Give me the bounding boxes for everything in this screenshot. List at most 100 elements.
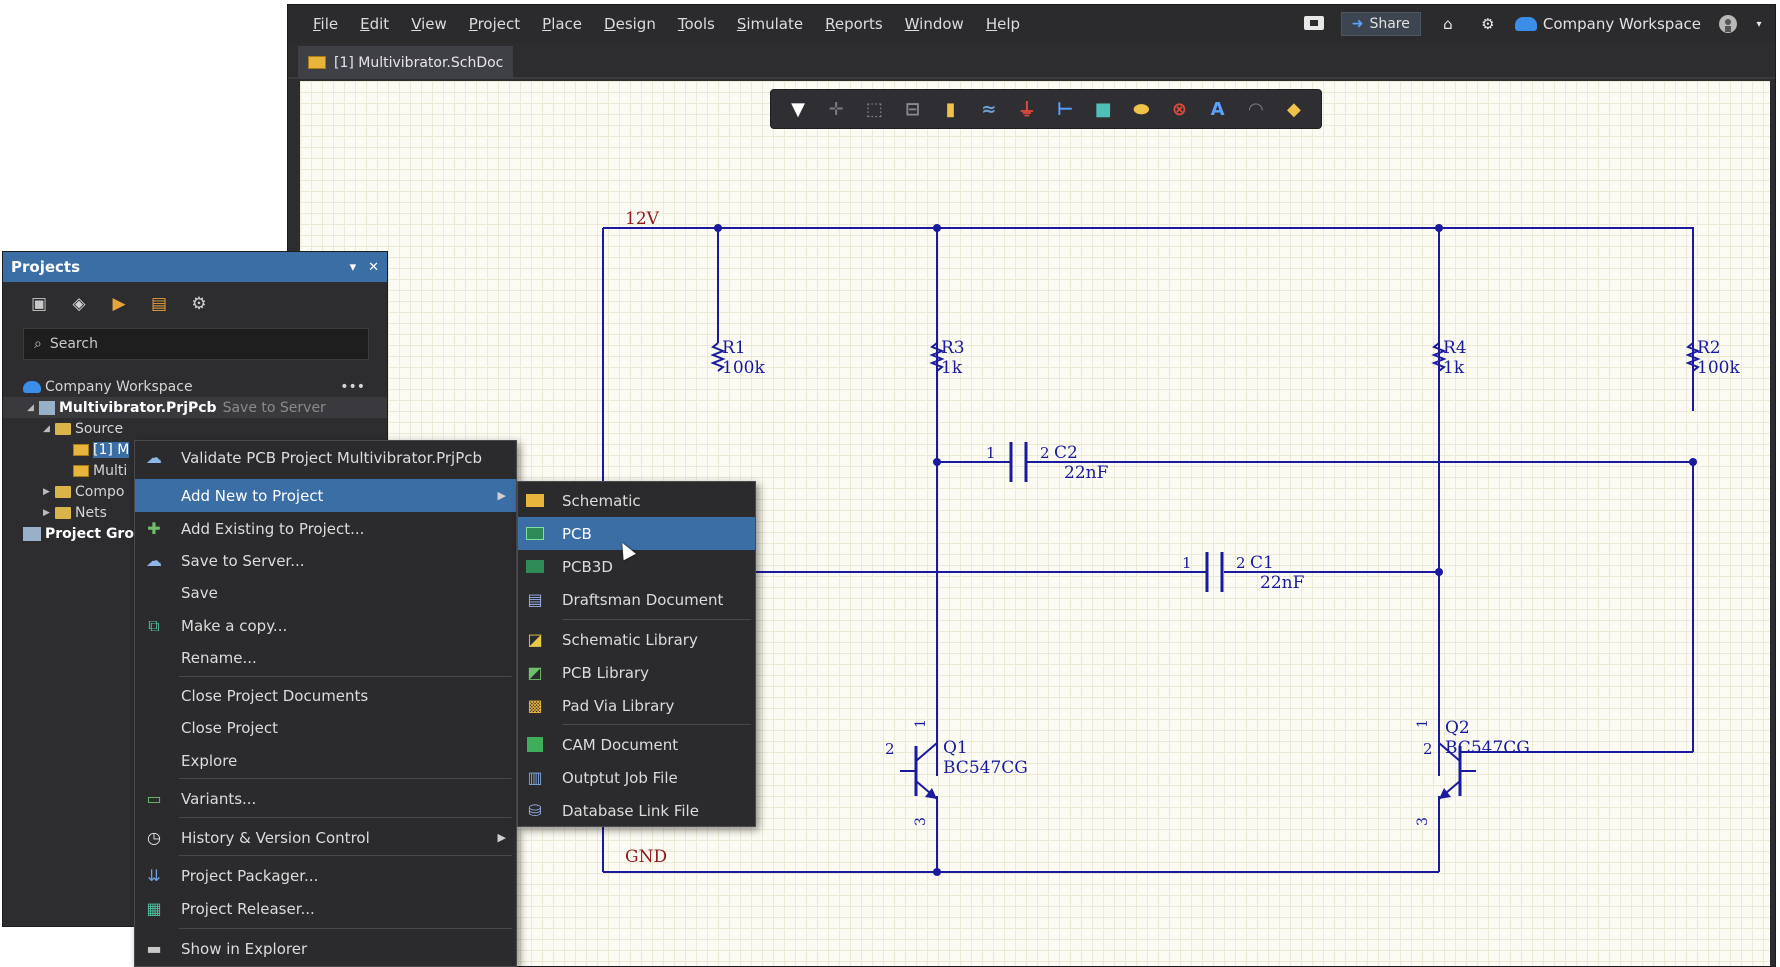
feedback-icon[interactable] <box>1301 13 1327 35</box>
menu-make-a-copy[interactable]: ⧉ Make a copy... <box>135 609 516 642</box>
menu-help[interactable]: Help <box>975 5 1031 43</box>
port-icon[interactable]: ⬬ <box>1127 96 1155 122</box>
menu-separator <box>179 676 512 677</box>
c1-pin2: 2 <box>1236 554 1246 572</box>
arc-icon[interactable]: ◠ <box>1242 96 1270 122</box>
harness-icon[interactable]: ■ <box>1089 96 1117 122</box>
menu-show-in-explorer[interactable]: ▬ Show in Explorer <box>135 932 516 965</box>
feedback-icon-graphic <box>1303 16 1324 30</box>
menu-label: PCB Library <box>562 663 650 682</box>
more-options-icon[interactable]: ••• <box>340 379 365 395</box>
expand-triangle-icon: ▶ <box>43 486 50 497</box>
document-tab[interactable]: [1] Multivibrator.SchDoc <box>298 46 514 79</box>
history-clock-icon: ◷ <box>147 828 161 847</box>
bus-icon[interactable]: ⊢ <box>1051 96 1079 122</box>
menu-explore[interactable]: Explore <box>135 744 516 777</box>
tree-item-project[interactable]: ◢ Multivibrator.PrjPcb Save to Server <box>3 397 387 418</box>
projects-panel-title: Projects <box>11 258 81 276</box>
menu-label: Make a copy... <box>181 616 288 635</box>
open-project-icon[interactable]: ▶ <box>109 294 129 314</box>
submenu-pcb3d[interactable]: PCB3D <box>518 550 755 583</box>
menu-close-project[interactable]: Close Project <box>135 711 516 744</box>
panel-menu-chevron-icon[interactable]: ▾ <box>350 260 357 275</box>
tree-item-source[interactable]: ◢ Source <box>3 418 387 439</box>
home-icon[interactable]: ⌂ <box>1435 13 1461 35</box>
submenu-output-job-file[interactable]: ▥ Outptut Job File <box>518 761 755 794</box>
resistors <box>710 342 1701 372</box>
menu-label: Close Project <box>181 718 278 737</box>
user-avatar-icon[interactable] <box>1715 13 1741 35</box>
align-icon[interactable]: ⊟ <box>898 96 926 122</box>
q1-collector <box>915 742 938 762</box>
gear-icon[interactable]: ⚙ <box>1475 13 1501 35</box>
submenu-database-link-file[interactable]: ⛁ Database Link File <box>518 794 755 827</box>
power-port-icon[interactable]: ⏚ <box>1013 96 1041 122</box>
menu-save[interactable]: Save <box>135 576 516 609</box>
menu-file[interactable]: File <box>302 5 349 43</box>
menu-place[interactable]: Place <box>531 5 593 43</box>
menu-label: CAM Document <box>562 735 679 754</box>
c1-designator: C1 <box>1250 553 1274 573</box>
junction-c2-right <box>1689 458 1697 466</box>
submenu-draftsman-document[interactable]: ▤ Draftsman Document <box>518 583 755 616</box>
copy-icon: ⧉ <box>148 615 160 635</box>
q2-designator: Q2 <box>1445 718 1470 738</box>
menu-separator <box>179 778 512 779</box>
directive-icon[interactable]: ⊗ <box>1165 96 1193 122</box>
share-button[interactable]: ➜ Share <box>1340 12 1421 36</box>
menu-label: Schematic <box>562 491 641 510</box>
menu-tools[interactable]: Tools <box>667 5 726 43</box>
wire-icon[interactable]: ≈ <box>975 96 1003 122</box>
menu-project-packager[interactable]: ⇊ Project Packager... <box>135 859 516 892</box>
menu-variants[interactable]: ▭ Variants... <box>135 782 516 815</box>
c1-value: 22nF <box>1260 573 1305 593</box>
main-menu: File Edit View Project Place Design Tool… <box>302 5 1031 43</box>
text-icon[interactable]: A <box>1204 96 1232 122</box>
submenu-schematic-library[interactable]: ◪ Schematic Library <box>518 623 755 656</box>
menu-edit[interactable]: Edit <box>349 5 400 43</box>
menu-project-releaser[interactable]: ▦ Project Releaser... <box>135 892 516 925</box>
menu-save-to-server[interactable]: ☁ Save to Server... <box>135 544 516 577</box>
workspace-button[interactable]: Company Workspace <box>1514 15 1701 33</box>
menu-add-existing[interactable]: ✚ Add Existing to Project... <box>135 512 516 545</box>
menu-bar-right: ➜ Share ⌂ ⚙ Company Workspace ▾ <box>1301 5 1763 43</box>
menu-history-version-control[interactable]: ◷ History & Version Control ▶ <box>135 821 516 854</box>
user-menu-chevron-icon[interactable]: ▾ <box>1755 13 1763 35</box>
r2-designator: R2 <box>1697 338 1721 358</box>
menu-close-project-documents[interactable]: Close Project Documents <box>135 679 516 712</box>
menu-rename[interactable]: Rename... <box>135 641 516 674</box>
collapse-triangle-icon: ◢ <box>43 423 50 434</box>
document-tab-strip: [1] Multivibrator.SchDoc <box>288 43 1775 79</box>
submenu-pcb[interactable]: PCB <box>518 517 755 550</box>
filter-icon[interactable]: ▼ <box>784 96 812 122</box>
tree-doc1-label: [1] M <box>93 441 130 458</box>
menu-label: Project Packager... <box>181 866 319 885</box>
submenu-pad-via-library[interactable]: ▩ Pad Via Library <box>518 689 755 722</box>
menu-window[interactable]: Window <box>894 5 975 43</box>
folder-icon <box>55 422 71 435</box>
place-part-icon[interactable]: ▮ <box>937 96 965 122</box>
menu-validate-project[interactable]: ☁ Validate PCB Project Multivibrator.Prj… <box>135 441 516 474</box>
compile-icon[interactable]: ◈ <box>69 294 89 314</box>
open-folder-icon[interactable]: ▤ <box>149 294 169 314</box>
menu-reports[interactable]: Reports <box>814 5 894 43</box>
submenu-pcb-library[interactable]: ◩ PCB Library <box>518 656 755 689</box>
menu-add-new-to-project[interactable]: Add New to Project ▶ <box>135 479 516 512</box>
menu-simulate[interactable]: Simulate <box>726 5 814 43</box>
pcb-doc-icon <box>524 524 546 544</box>
projects-search-input[interactable]: ⌕ Search <box>23 328 369 360</box>
submenu-schematic[interactable]: Schematic <box>518 484 755 517</box>
menu-label: Database Link File <box>562 801 699 820</box>
cam-doc-icon <box>524 735 546 755</box>
save-icon[interactable]: ▣ <box>29 294 49 314</box>
submenu-cam-document[interactable]: CAM Document <box>518 728 755 761</box>
tree-item-workspace[interactable]: Company Workspace ••• <box>3 376 387 397</box>
panel-close-icon[interactable]: ✕ <box>368 260 379 275</box>
settings-icon[interactable]: ⚙ <box>189 294 209 314</box>
menu-view[interactable]: View <box>400 5 458 43</box>
select-rectangle-icon[interactable]: ⬚ <box>860 96 888 122</box>
menu-design[interactable]: Design <box>593 5 667 43</box>
parameter-icon[interactable]: ◆ <box>1280 96 1308 122</box>
move-icon[interactable]: ✛ <box>822 96 850 122</box>
menu-project[interactable]: Project <box>458 5 531 43</box>
